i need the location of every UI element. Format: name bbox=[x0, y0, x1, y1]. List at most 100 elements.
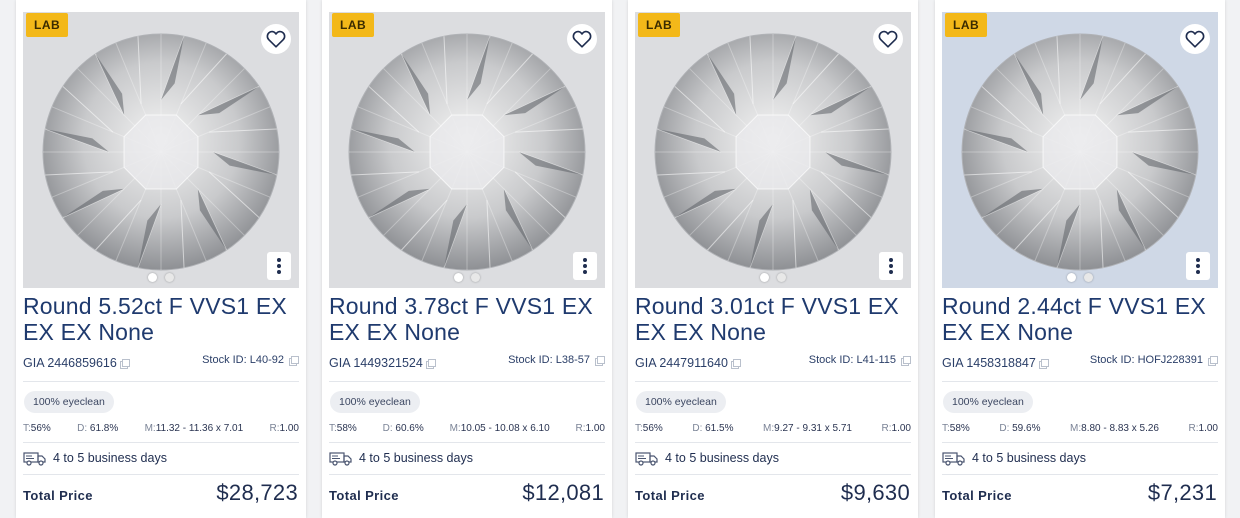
spec-ratio: R:1.00 bbox=[881, 423, 911, 434]
more-options-button[interactable] bbox=[267, 252, 291, 280]
stock-id: Stock ID: L38-57 bbox=[508, 354, 605, 366]
shipping-text: 4 to 5 business days bbox=[53, 451, 167, 465]
shipping-text: 4 to 5 business days bbox=[665, 451, 779, 465]
spec-ratio: R:1.00 bbox=[269, 423, 299, 434]
divider bbox=[942, 474, 1218, 475]
image-carousel-dots[interactable] bbox=[635, 273, 911, 282]
diamond-card[interactable]: LAB Round 3.78ct F VVS1 EX EX EX None GI… bbox=[322, 0, 612, 518]
divider bbox=[23, 381, 299, 382]
carousel-dot[interactable] bbox=[1084, 273, 1093, 282]
favorite-button[interactable] bbox=[1180, 24, 1210, 54]
diamond-photo bbox=[654, 33, 892, 271]
stock-id-label: Stock ID: L40-92 bbox=[202, 354, 284, 366]
carousel-dot[interactable] bbox=[165, 273, 174, 282]
stock-id: Stock ID: L41-115 bbox=[809, 354, 911, 366]
heart-outline-icon bbox=[266, 30, 286, 48]
total-price-label: Total Price bbox=[23, 488, 93, 503]
divider bbox=[635, 474, 911, 475]
spec-table: T:56% bbox=[23, 423, 51, 434]
truck-icon bbox=[23, 452, 46, 466]
diamond-specs: T:56% D: 61.8% M:11.32 - 11.36 x 7.01 R:… bbox=[23, 423, 299, 434]
certificate-number[interactable]: GIA 2447911640 bbox=[635, 356, 741, 370]
diamond-card[interactable]: LAB Round 5.52ct F VVS1 EX EX EX None GI… bbox=[16, 0, 306, 518]
carousel-dot[interactable] bbox=[760, 273, 769, 282]
eyeclean-chip: 100% eyeclean bbox=[24, 391, 114, 413]
spec-depth: D: 61.8% bbox=[77, 423, 119, 434]
image-carousel-dots[interactable] bbox=[942, 273, 1218, 282]
image-carousel-dots[interactable] bbox=[329, 273, 605, 282]
certificate-label[interactable]: GIA 2447911640 bbox=[635, 356, 728, 370]
copy-icon[interactable] bbox=[901, 355, 911, 366]
certificate-number[interactable]: GIA 2446859616 bbox=[23, 356, 130, 370]
copy-icon[interactable] bbox=[425, 358, 436, 369]
diamond-image[interactable]: LAB bbox=[942, 12, 1218, 288]
spec-measurements: M:10.05 - 10.08 x 6.10 bbox=[449, 423, 550, 434]
spec-measurements: M:9.27 - 9.31 x 5.71 bbox=[763, 423, 852, 434]
diamond-image[interactable]: LAB bbox=[329, 12, 605, 288]
eyeclean-chip: 100% eyeclean bbox=[636, 391, 726, 413]
total-price-value: $12,081 bbox=[522, 480, 604, 505]
divider bbox=[329, 381, 605, 382]
more-options-button[interactable] bbox=[1186, 252, 1210, 280]
diamond-results-grid: LAB Round 5.52ct F VVS1 EX EX EX None GI… bbox=[0, 0, 1240, 518]
divider bbox=[635, 442, 911, 443]
shipping-estimate: 4 to 5 business days bbox=[942, 450, 1086, 466]
carousel-dot[interactable] bbox=[777, 273, 786, 282]
certificate-label[interactable]: GIA 1458318847 bbox=[942, 356, 1036, 370]
carousel-dot[interactable] bbox=[471, 273, 480, 282]
diamond-card[interactable]: LAB Round 3.01ct F VVS1 EX EX EX None GI… bbox=[628, 0, 918, 518]
carousel-dot[interactable] bbox=[454, 273, 463, 282]
total-price-label: Total Price bbox=[329, 488, 399, 503]
truck-icon bbox=[329, 452, 352, 466]
shipping-estimate: 4 to 5 business days bbox=[329, 450, 473, 466]
shipping-estimate: 4 to 5 business days bbox=[635, 450, 779, 466]
diamond-card[interactable]: LAB Round 2.44ct F VVS1 EX EX EX None GI… bbox=[935, 0, 1225, 518]
more-options-button[interactable] bbox=[573, 252, 597, 280]
certificate-label[interactable]: GIA 2446859616 bbox=[23, 356, 117, 370]
carousel-dot[interactable] bbox=[1067, 273, 1076, 282]
diamond-specs: T:58% D: 60.6% M:10.05 - 10.08 x 6.10 R:… bbox=[329, 423, 605, 434]
copy-icon[interactable] bbox=[289, 355, 299, 366]
spec-measurements: M:8.80 - 8.83 x 5.26 bbox=[1070, 423, 1159, 434]
diamond-image[interactable]: LAB bbox=[635, 12, 911, 288]
copy-icon[interactable] bbox=[119, 358, 130, 369]
lab-badge: LAB bbox=[332, 13, 375, 37]
diamond-title[interactable]: Round 5.52ct F VVS1 EX EX EX None bbox=[23, 293, 305, 345]
heart-outline-icon bbox=[572, 30, 592, 48]
heart-outline-icon bbox=[1185, 30, 1205, 48]
diamond-image[interactable]: LAB bbox=[23, 12, 299, 288]
diamond-title[interactable]: Round 3.01ct F VVS1 EX EX EX None bbox=[635, 293, 917, 345]
divider bbox=[942, 381, 1218, 382]
copy-icon[interactable] bbox=[1208, 355, 1218, 366]
favorite-button[interactable] bbox=[567, 24, 597, 54]
diamond-title[interactable]: Round 2.44ct F VVS1 EX EX EX None bbox=[942, 293, 1224, 345]
carousel-dot[interactable] bbox=[148, 273, 157, 282]
divider bbox=[942, 442, 1218, 443]
total-price-value: $7,231 bbox=[1147, 480, 1217, 505]
spec-table: T:58% bbox=[329, 423, 357, 434]
copy-icon[interactable] bbox=[1038, 358, 1049, 369]
certificate-number[interactable]: GIA 1458318847 bbox=[942, 356, 1049, 370]
diamond-photo bbox=[961, 33, 1199, 271]
stock-id-label: Stock ID: L38-57 bbox=[508, 354, 590, 366]
favorite-button[interactable] bbox=[261, 24, 291, 54]
spec-table: T:56% bbox=[635, 423, 663, 434]
divider bbox=[23, 442, 299, 443]
image-carousel-dots[interactable] bbox=[23, 273, 299, 282]
divider bbox=[329, 442, 605, 443]
eyeclean-chip: 100% eyeclean bbox=[330, 391, 420, 413]
stock-id: Stock ID: HOFJ228391 bbox=[1090, 354, 1218, 366]
shipping-estimate: 4 to 5 business days bbox=[23, 450, 167, 466]
certificate-label[interactable]: GIA 1449321524 bbox=[329, 356, 423, 370]
divider bbox=[329, 474, 605, 475]
more-options-button[interactable] bbox=[879, 252, 903, 280]
copy-icon[interactable] bbox=[730, 358, 741, 369]
total-price-label: Total Price bbox=[942, 488, 1012, 503]
diamond-title[interactable]: Round 3.78ct F VVS1 EX EX EX None bbox=[329, 293, 611, 345]
favorite-button[interactable] bbox=[873, 24, 903, 54]
copy-icon[interactable] bbox=[595, 355, 605, 366]
certificate-number[interactable]: GIA 1449321524 bbox=[329, 356, 436, 370]
spec-ratio: R:1.00 bbox=[575, 423, 605, 434]
spec-depth: D: 61.5% bbox=[692, 423, 734, 434]
diamond-specs: T:58% D: 59.6% M:8.80 - 8.83 x 5.26 R:1.… bbox=[942, 423, 1218, 434]
